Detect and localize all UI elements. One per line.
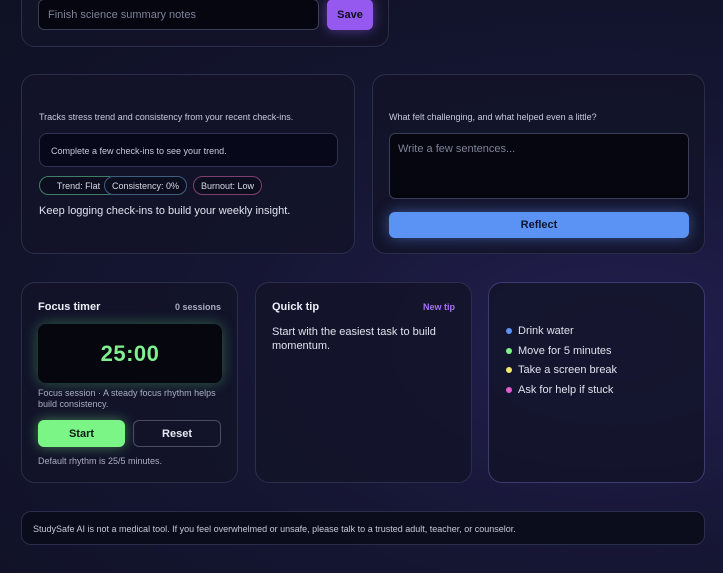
insight-note: Keep logging check-ins to build your wee… xyxy=(39,205,291,217)
weekly-insight-card: Tracks stress trend and consistency from… xyxy=(21,74,355,254)
save-button[interactable]: Save xyxy=(327,0,373,30)
bullet-dot-icon xyxy=(506,347,512,354)
disclaimer-text: StudySafe AI is not a medical tool. If y… xyxy=(33,524,516,534)
trend-message-box: Complete a few check-ins to see your tre… xyxy=(39,133,338,167)
timer-footer-note: Default rhythm is 25/5 minutes. xyxy=(38,456,163,466)
task-input[interactable] xyxy=(38,0,319,30)
wellness-card: Drink water Move for 5 minutes Take a sc… xyxy=(488,282,705,483)
start-button[interactable]: Start xyxy=(38,420,125,447)
list-item: Move for 5 minutes xyxy=(506,345,617,365)
reflection-card: What felt challenging, and what helped e… xyxy=(372,74,705,254)
list-item: Ask for help if stuck xyxy=(506,384,617,404)
reflection-prompt: What felt challenging, and what helped e… xyxy=(389,112,597,122)
list-item-label: Move for 5 minutes xyxy=(518,344,612,357)
task-card: Save xyxy=(21,0,389,47)
timer-display: 25:00 xyxy=(38,324,222,383)
bullet-dot-icon xyxy=(506,386,512,393)
wellness-list: Drink water Move for 5 minutes Take a sc… xyxy=(506,325,617,403)
tip-text: Start with the easiest task to build mom… xyxy=(272,326,436,352)
session-count: 0 sessions xyxy=(174,302,221,312)
insight-description: Tracks stress trend and consistency from… xyxy=(39,112,294,122)
list-item: Drink water xyxy=(506,325,617,345)
new-tip-link[interactable]: New tip xyxy=(423,302,455,312)
consistency-badge: Consistency: 0% xyxy=(104,176,187,195)
quick-tip-card: Quick tip New tip Start with the easiest… xyxy=(255,282,472,483)
burnout-badge: Burnout: Low xyxy=(193,176,262,195)
bullet-dot-icon xyxy=(506,367,512,373)
disclaimer-banner: StudySafe AI is not a medical tool. If y… xyxy=(21,511,705,545)
reflection-textarea[interactable] xyxy=(389,133,689,199)
list-item: Take a screen break xyxy=(506,364,617,384)
list-item-label: Ask for help if stuck xyxy=(518,383,614,396)
list-item-label: Drink water xyxy=(518,325,574,337)
focus-timer-title: Focus timer xyxy=(38,301,101,313)
timer-description: Focus session · A steady focus rhythm he… xyxy=(38,388,216,409)
reset-button[interactable]: Reset xyxy=(133,420,221,447)
bullet-dot-icon xyxy=(506,328,512,334)
quick-tip-title: Quick tip xyxy=(272,301,320,313)
list-item-label: Take a screen break xyxy=(518,364,618,376)
reflect-button[interactable]: Reflect xyxy=(389,212,689,238)
focus-timer-card: Focus timer 0 sessions 25:00 Focus sessi… xyxy=(21,282,238,483)
